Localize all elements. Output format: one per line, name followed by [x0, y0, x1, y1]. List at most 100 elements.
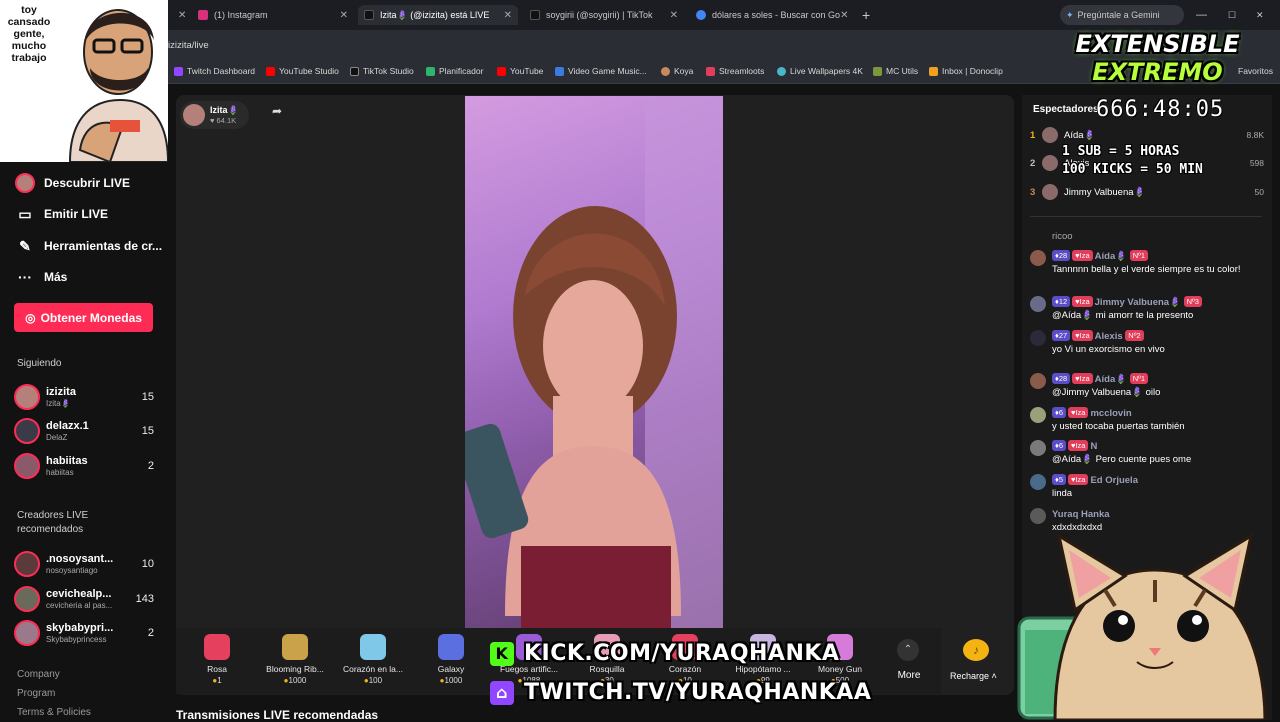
fan-badge: ♥Iza [1072, 250, 1093, 261]
url-field[interactable]: izizita/live [168, 40, 209, 51]
video-camera-icon: ▭ [18, 205, 32, 222]
maximize-icon[interactable]: ☐ [1222, 5, 1242, 25]
chat-username[interactable]: mcclovin [1090, 408, 1131, 419]
tab-google[interactable]: dólares a soles - Buscar con Go ✕ [690, 5, 854, 25]
tiktok-icon [530, 10, 540, 20]
close-icon[interactable]: ✕ [340, 10, 348, 21]
recommended-item[interactable]: skybabypri... Skybabyprincess 2 [14, 618, 154, 648]
nav-emitir-live[interactable]: ▭ Emitir LIVE [14, 203, 108, 225]
avatar [1030, 250, 1046, 266]
gift-item[interactable]: Rosa ●1 [180, 634, 254, 685]
close-icon[interactable]: ✕ [670, 10, 678, 21]
instagram-icon [198, 10, 208, 20]
avatar [1042, 155, 1058, 171]
rank-badge: Nº1 [1129, 373, 1149, 384]
viewer-score: 598 [1249, 158, 1264, 168]
gift-price: 1000 [444, 676, 463, 685]
tab-soygirii[interactable]: soygirii (@soygirii) | TikTok ✕ [524, 5, 684, 25]
chat-username[interactable]: Yuraq Hanka [1052, 509, 1110, 520]
following-item[interactable]: izizita Izita🪻 15 [14, 382, 154, 412]
new-tab-button[interactable]: + [856, 5, 876, 25]
close-icon[interactable]: ✕ [504, 10, 512, 21]
gift-icon [204, 634, 230, 660]
more-gifts-button[interactable]: More [890, 670, 928, 681]
fan-badge: ♥Iza [1068, 474, 1089, 485]
viewer-score: 50 [1254, 187, 1264, 197]
share-icon[interactable]: ➦ [268, 104, 286, 122]
mc-icon [873, 66, 882, 76]
rule-sub: 1 SUB = 5 HORAS [1062, 144, 1180, 159]
following-item[interactable]: delazx.1 DelaZ 15 [14, 416, 154, 446]
level-badge: ♦28 [1052, 250, 1071, 261]
fan-badge: ♥Iza [1072, 296, 1093, 307]
title-line-2: EXTREMO [1092, 58, 1223, 86]
viewer-rank: 2 [1030, 157, 1036, 169]
gift-item[interactable]: Blooming Rib... ●1000 [258, 634, 332, 685]
chevron-up-icon[interactable]: ⌃ [897, 639, 919, 661]
rank-badge: Nº2 [1125, 330, 1144, 341]
avatar [1030, 440, 1046, 456]
close-icon[interactable]: ✕ [840, 10, 848, 21]
bookmark-twitch-dashboard[interactable]: Twitch Dashboard [174, 66, 255, 76]
avatar [14, 418, 40, 444]
nav-herramientas[interactable]: ✎ Herramientas de cr... [14, 235, 162, 257]
bookmark-planificador[interactable]: Planificador [426, 66, 483, 76]
chat-username[interactable]: Alexis [1095, 331, 1123, 342]
bookmark-youtube[interactable]: YouTube [497, 66, 543, 76]
subathon-timer: 666:48:05 [1096, 97, 1225, 122]
close-tab-icon[interactable]: ✕ [172, 5, 188, 25]
close-window-icon[interactable]: ✕ [1250, 5, 1270, 25]
following-title: Siguiendo [17, 358, 62, 369]
chat-username[interactable]: Jimmy Valbuena🪻 [1095, 297, 1181, 308]
streamer-info[interactable]: Izita🪻 ♥ 64.1K [180, 101, 249, 129]
chat-username[interactable]: Aída🪻 [1095, 251, 1127, 262]
top-viewer-row[interactable]: 3 Jimmy Valbuena🪻 50 [1030, 184, 1264, 200]
gemini-button[interactable]: ✦ Pregúntale a Gemini [1060, 5, 1184, 25]
recharge-button[interactable]: Recharge ˄ [950, 671, 997, 681]
bookmark-live-wallpapers[interactable]: Live Wallpapers 4K [777, 66, 863, 76]
recommended-item[interactable]: cevichealp... cevicheria al pas... 143 [14, 584, 154, 614]
following-item[interactable]: habiitas habiitas 2 [14, 451, 154, 481]
viewer-name: Jimmy Valbuena🪻 [1064, 186, 1146, 198]
minimize-icon[interactable]: — [1190, 5, 1210, 25]
recommended-title: Creadores LIVE recomendados [17, 510, 89, 535]
chat-username[interactable]: Ed Orjuela [1090, 475, 1138, 486]
bookmark-video-game-music[interactable]: Video Game Music... [555, 66, 647, 76]
chat-text: Tannnnn bella y el verde siempre es tu c… [1052, 264, 1241, 275]
gemini-icon: ✦ [1066, 9, 1074, 20]
twitch-link: ⌂ TWITCH.TV/YURAQHANKAA [490, 680, 871, 705]
obtener-monedas-button[interactable]: ◎ Obtener Monedas [14, 303, 153, 332]
footer-company-link[interactable]: Company [17, 669, 60, 680]
viewers-title: Espectadores [1033, 104, 1099, 115]
heart-icon: ♥ [210, 116, 215, 125]
tab-instagram[interactable]: (1) Instagram ✕ [192, 5, 354, 25]
koya-icon [661, 66, 670, 76]
gift-item[interactable]: Corazón en la... ●100 [336, 634, 410, 685]
nav-mas[interactable]: ··· Más [14, 266, 67, 288]
footer-terms-link[interactable]: Terms & Policies [17, 707, 91, 718]
youtube-icon [497, 66, 506, 76]
viewer-rank: 3 [1030, 186, 1036, 198]
edit-icon: ✎ [19, 237, 31, 254]
bookmark-mc-utils[interactable]: MC Utils [873, 66, 918, 76]
bookmark-donoclip[interactable]: Inbox | Donoclip [929, 66, 1003, 76]
level-badge: ♦27 [1052, 330, 1071, 341]
webcam-overlay: toy cansado gente, mucho trabajo [0, 0, 168, 162]
avatar [14, 620, 40, 646]
gift-name: Corazón en la... [342, 664, 403, 674]
nav-descubrir-live[interactable]: Descubrir LIVE [14, 172, 130, 194]
bookmark-streamloots[interactable]: Streamloots [706, 66, 764, 76]
tab-live[interactable]: Izita🪻 (@izizita) está LIVE ✕ [358, 5, 518, 25]
chat-message: ♦28 ♥Iza Aída🪻 Nº1 @Jimmy Valbuena🪻 oilo [1030, 373, 1262, 399]
recommended-item[interactable]: .nosoysant... nosoysantiago 10 [14, 549, 154, 579]
wallpaper-icon [777, 66, 786, 76]
gift-icon [438, 634, 464, 660]
bookmark-youtube-studio[interactable]: YouTube Studio [266, 66, 339, 76]
chat-username[interactable]: N [1090, 441, 1097, 452]
bookmark-koya[interactable]: Koya [661, 66, 693, 76]
gift-item[interactable]: Galaxy ●1000 [414, 634, 488, 685]
top-viewer-row[interactable]: 1 Aída🪻 8.8K [1030, 127, 1264, 143]
bookmark-tiktok-studio[interactable]: TikTok Studio [350, 66, 414, 76]
footer-program-link[interactable]: Program [17, 688, 55, 699]
chat-username[interactable]: Aída🪻 [1095, 374, 1127, 385]
